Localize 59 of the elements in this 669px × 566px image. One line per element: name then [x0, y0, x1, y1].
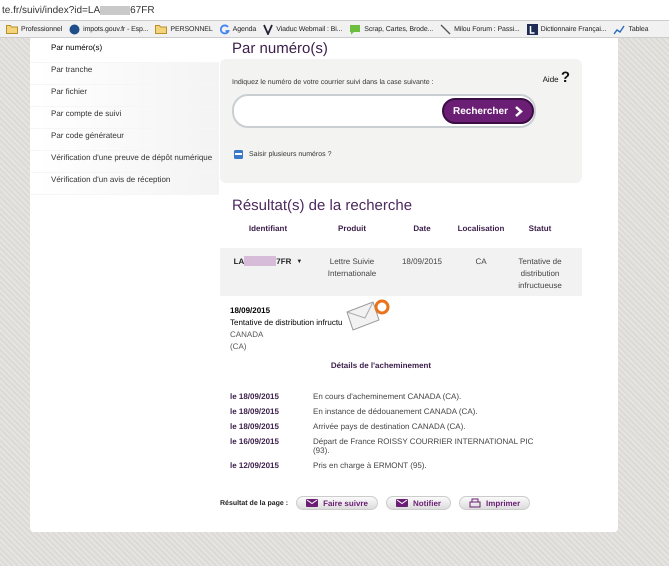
- help-link[interactable]: Aide?: [542, 69, 570, 86]
- event-description: Pris en charge à ERMONT (95).: [313, 461, 428, 470]
- search-field[interactable]: Rechercher: [232, 94, 536, 128]
- url-text: 67FR: [130, 4, 155, 16]
- url-text: te.fr/suivi/index?id=LA: [2, 4, 100, 16]
- redacted-block: [244, 256, 276, 266]
- event-description: En cours d'acheminement CANADA (CA).: [313, 392, 462, 401]
- tracking-id: LA: [234, 256, 244, 268]
- event-date: le 18/09/2015: [230, 422, 280, 431]
- action-button[interactable]: Faire suivre: [296, 496, 378, 510]
- print-button[interactable]: Imprimer: [459, 496, 530, 510]
- envelope-icon: [396, 499, 408, 507]
- chevron-icon: [514, 106, 523, 116]
- results-title: Résultat(s) de la recherche: [232, 197, 414, 214]
- g-letter-icon: [220, 24, 230, 34]
- sidebar-item[interactable]: Vérification d'une preuve de dépôt numérique: [30, 151, 219, 173]
- column-header: Identifiant: [248, 224, 288, 235]
- printer-icon: [469, 498, 481, 508]
- search-button[interactable]: Rechercher: [442, 98, 534, 124]
- column-header: Localisation: [456, 224, 506, 235]
- v-logo-icon: [263, 24, 274, 34]
- event-description: Départ de France ROISSY COURRIER INTERNATIONAL PIC (93).: [313, 437, 534, 455]
- folder-icon: [6, 24, 18, 34]
- detail-status: Tentative de distribution infructu: [230, 318, 343, 327]
- book-icon: [526, 24, 538, 34]
- detail-country: CANADA: [230, 330, 264, 339]
- event-date: le 16/09/2015: [230, 437, 280, 448]
- folder-icon: [155, 24, 168, 34]
- event-date: le 18/09/2015: [230, 392, 280, 401]
- address-bar[interactable]: te.fr/suivi/index?id=LA 67FR: [0, 0, 669, 21]
- sidebar-item[interactable]: Par code générateur: [30, 129, 219, 151]
- envelope-icon: [306, 499, 318, 507]
- column-header: Produit: [337, 224, 367, 235]
- sidebar-item[interactable]: Par tranche: [30, 63, 219, 85]
- tracking-id: 7FR: [276, 256, 292, 268]
- redacted-block: [100, 6, 130, 14]
- table-cell-text: CA: [474, 256, 488, 268]
- table-cell-text: 18/09/2015: [400, 256, 444, 268]
- list-icon: [234, 150, 243, 159]
- chart-icon: [613, 24, 626, 34]
- section-title: Par numéro(s): [232, 40, 329, 57]
- table-cell-text: Tentative de distribution infructueuse: [517, 256, 563, 292]
- action-button[interactable]: Notifier: [386, 496, 451, 510]
- event-date: le 12/09/2015: [230, 461, 280, 470]
- sidebar-item[interactable]: Par fichier: [30, 85, 219, 107]
- column-header: Statut: [528, 224, 552, 235]
- slash-icon: [440, 24, 452, 34]
- sidebar-item[interactable]: Par numéro(s): [30, 41, 219, 63]
- routing-title: Détails de l'acheminement: [330, 361, 432, 370]
- detail-date: 18/09/2015: [230, 306, 272, 315]
- sidebar-item[interactable]: Par compte de suivi: [30, 107, 219, 129]
- column-header: Date: [412, 224, 432, 235]
- event-description: Arrivée pays de destination CANADA (CA).: [313, 422, 467, 431]
- speech-bubble-icon: [349, 24, 362, 34]
- table-cell-text: Lettre Suivie Internationale: [326, 256, 378, 280]
- detail-country-code: (CA): [230, 342, 248, 351]
- event-description: En instance de dédouanement CANADA (CA).: [313, 407, 479, 416]
- sidebar-item[interactable]: Vérification d'un avis de réception: [30, 173, 219, 195]
- event-date: le 18/09/2015: [230, 407, 280, 416]
